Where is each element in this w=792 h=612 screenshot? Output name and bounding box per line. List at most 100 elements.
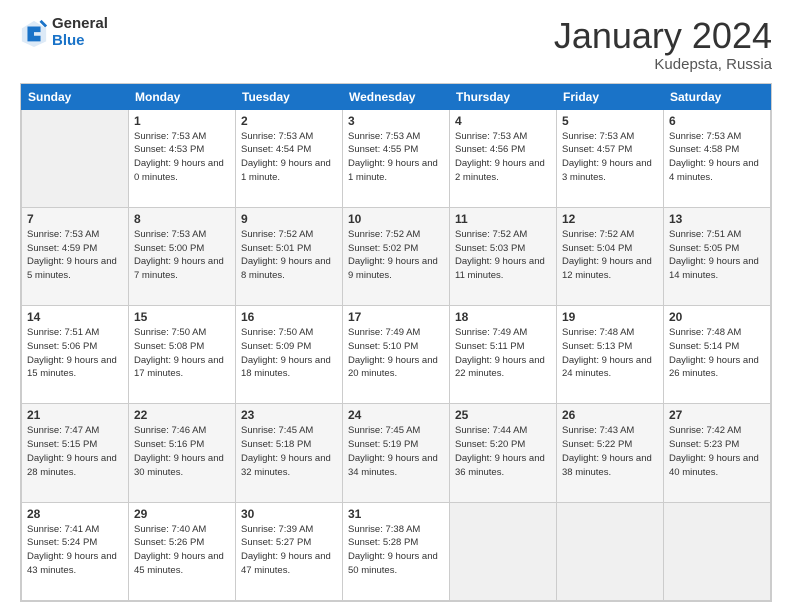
day-cell: 9 Sunrise: 7:52 AMSunset: 5:01 PMDaylight… xyxy=(236,207,343,305)
day-number: 13 xyxy=(669,212,765,226)
day-cell: 8Sunrise: 7:53 AMSunset: 5:00 PMDaylight… xyxy=(129,207,236,305)
day-number: 22 xyxy=(134,408,230,422)
day-info: Sunrise: 7:38 AMSunset: 5:28 PMDaylight:… xyxy=(348,523,444,578)
page: General Blue January 2024 Kudepsta, Russ… xyxy=(0,0,792,612)
header-cell-sunday: Sunday xyxy=(22,84,129,109)
day-info: Sunrise: 7:52 AMSunset: 5:04 PMDaylight:… xyxy=(562,228,658,283)
day-number: 3 xyxy=(348,114,444,128)
header-row: SundayMondayTuesdayWednesdayThursdayFrid… xyxy=(22,84,771,109)
day-info: Sunrise: 7:52 AMSunset: 5:03 PMDaylight:… xyxy=(455,228,551,283)
day-number: 25 xyxy=(455,408,551,422)
header-cell-thursday: Thursday xyxy=(450,84,557,109)
day-number: 7 xyxy=(27,212,123,226)
day-number: 4 xyxy=(455,114,551,128)
day-number: 24 xyxy=(348,408,444,422)
day-number: 18 xyxy=(455,310,551,324)
day-number: 5 xyxy=(562,114,658,128)
day-cell xyxy=(664,502,771,600)
day-info: Sunrise: 7:39 AMSunset: 5:27 PMDaylight:… xyxy=(241,523,337,578)
day-info: Sunrise: 7:50 AMSunset: 5:08 PMDaylight:… xyxy=(134,326,230,381)
day-number: 10 xyxy=(348,212,444,226)
week-row-3: 21 Sunrise: 7:47 AMSunset: 5:15 PMDayligh… xyxy=(22,404,771,502)
day-number: 16 xyxy=(241,310,337,324)
day-cell: 25 Sunrise: 7:44 AMSunset: 5:20 PMDayligh… xyxy=(450,404,557,502)
day-number: 11 xyxy=(455,212,551,226)
day-cell: 15Sunrise: 7:50 AMSunset: 5:08 PMDayligh… xyxy=(129,306,236,404)
header-cell-tuesday: Tuesday xyxy=(236,84,343,109)
day-info: Sunrise: 7:45 AMSunset: 5:18 PMDaylight:… xyxy=(241,424,337,479)
header-cell-monday: Monday xyxy=(129,84,236,109)
day-number: 28 xyxy=(27,507,123,521)
calendar-body: 1 Sunrise: 7:53 AMSunset: 4:53 PMDaylight… xyxy=(22,109,771,600)
day-number: 27 xyxy=(669,408,765,422)
day-info: Sunrise: 7:53 AMSunset: 4:59 PMDaylight:… xyxy=(27,228,123,283)
day-info: Sunrise: 7:46 AMSunset: 5:16 PMDaylight:… xyxy=(134,424,230,479)
header-cell-saturday: Saturday xyxy=(664,84,771,109)
day-number: 31 xyxy=(348,507,444,521)
day-cell: 14Sunrise: 7:51 AMSunset: 5:06 PMDayligh… xyxy=(22,306,129,404)
day-number: 1 xyxy=(134,114,230,128)
week-row-0: 1 Sunrise: 7:53 AMSunset: 4:53 PMDaylight… xyxy=(22,109,771,207)
day-cell: 17Sunrise: 7:49 AMSunset: 5:10 PMDayligh… xyxy=(343,306,450,404)
day-info: Sunrise: 7:53 AMSunset: 4:57 PMDaylight:… xyxy=(562,130,658,185)
day-cell: 21 Sunrise: 7:47 AMSunset: 5:15 PMDayligh… xyxy=(22,404,129,502)
day-cell: 6Sunrise: 7:53 AMSunset: 4:58 PMDaylight… xyxy=(664,109,771,207)
day-cell: 3 Sunrise: 7:53 AMSunset: 4:55 PMDaylight… xyxy=(343,109,450,207)
day-number: 17 xyxy=(348,310,444,324)
day-info: Sunrise: 7:53 AMSunset: 4:55 PMDaylight:… xyxy=(348,130,444,185)
week-row-1: 7 Sunrise: 7:53 AMSunset: 4:59 PMDaylight… xyxy=(22,207,771,305)
day-cell: 26 Sunrise: 7:43 AMSunset: 5:22 PMDayligh… xyxy=(557,404,664,502)
day-cell: 30 Sunrise: 7:39 AMSunset: 5:27 PMDayligh… xyxy=(236,502,343,600)
day-info: Sunrise: 7:48 AMSunset: 5:14 PMDaylight:… xyxy=(669,326,765,381)
day-cell xyxy=(22,109,129,207)
day-info: Sunrise: 7:53 AMSunset: 4:54 PMDaylight:… xyxy=(241,130,337,185)
day-cell: 28 Sunrise: 7:41 AMSunset: 5:24 PMDayligh… xyxy=(22,502,129,600)
day-number: 14 xyxy=(27,310,123,324)
day-number: 2 xyxy=(241,114,337,128)
day-cell: 19Sunrise: 7:48 AMSunset: 5:13 PMDayligh… xyxy=(557,306,664,404)
day-cell: 31 Sunrise: 7:38 AMSunset: 5:28 PMDayligh… xyxy=(343,502,450,600)
day-info: Sunrise: 7:41 AMSunset: 5:24 PMDaylight:… xyxy=(27,523,123,578)
day-cell: 5 Sunrise: 7:53 AMSunset: 4:57 PMDaylight… xyxy=(557,109,664,207)
day-cell: 29Sunrise: 7:40 AMSunset: 5:26 PMDayligh… xyxy=(129,502,236,600)
header: General Blue January 2024 Kudepsta, Russ… xyxy=(20,16,772,73)
week-row-4: 28 Sunrise: 7:41 AMSunset: 5:24 PMDayligh… xyxy=(22,502,771,600)
day-cell: 20 Sunrise: 7:48 AMSunset: 5:14 PMDayligh… xyxy=(664,306,771,404)
day-cell: 11 Sunrise: 7:52 AMSunset: 5:03 PMDayligh… xyxy=(450,207,557,305)
day-cell: 12 Sunrise: 7:52 AMSunset: 5:04 PMDayligh… xyxy=(557,207,664,305)
day-info: Sunrise: 7:49 AMSunset: 5:11 PMDaylight:… xyxy=(455,326,551,381)
day-cell: 1 Sunrise: 7:53 AMSunset: 4:53 PMDaylight… xyxy=(129,109,236,207)
day-cell: 4 Sunrise: 7:53 AMSunset: 4:56 PMDaylight… xyxy=(450,109,557,207)
day-cell: 24Sunrise: 7:45 AMSunset: 5:19 PMDayligh… xyxy=(343,404,450,502)
day-cell: 13Sunrise: 7:51 AMSunset: 5:05 PMDayligh… xyxy=(664,207,771,305)
logo-general: General xyxy=(52,16,108,33)
day-number: 21 xyxy=(27,408,123,422)
header-cell-wednesday: Wednesday xyxy=(343,84,450,109)
day-cell: 23 Sunrise: 7:45 AMSunset: 5:18 PMDayligh… xyxy=(236,404,343,502)
day-number: 12 xyxy=(562,212,658,226)
day-info: Sunrise: 7:53 AMSunset: 4:56 PMDaylight:… xyxy=(455,130,551,185)
title-location: Kudepsta, Russia xyxy=(554,56,772,73)
day-cell: 22 Sunrise: 7:46 AMSunset: 5:16 PMDayligh… xyxy=(129,404,236,502)
day-info: Sunrise: 7:52 AMSunset: 5:02 PMDaylight:… xyxy=(348,228,444,283)
day-info: Sunrise: 7:53 AMSunset: 4:53 PMDaylight:… xyxy=(134,130,230,185)
day-number: 26 xyxy=(562,408,658,422)
day-number: 23 xyxy=(241,408,337,422)
day-cell: 18 Sunrise: 7:49 AMSunset: 5:11 PMDayligh… xyxy=(450,306,557,404)
logo-text: General Blue xyxy=(52,16,108,49)
week-row-2: 14Sunrise: 7:51 AMSunset: 5:06 PMDayligh… xyxy=(22,306,771,404)
day-info: Sunrise: 7:53 AMSunset: 4:58 PMDaylight:… xyxy=(669,130,765,185)
day-info: Sunrise: 7:52 AMSunset: 5:01 PMDaylight:… xyxy=(241,228,337,283)
calendar-header: SundayMondayTuesdayWednesdayThursdayFrid… xyxy=(22,84,771,109)
day-info: Sunrise: 7:43 AMSunset: 5:22 PMDaylight:… xyxy=(562,424,658,479)
day-number: 30 xyxy=(241,507,337,521)
title-block: January 2024 Kudepsta, Russia xyxy=(554,16,772,73)
day-cell: 7 Sunrise: 7:53 AMSunset: 4:59 PMDaylight… xyxy=(22,207,129,305)
day-info: Sunrise: 7:47 AMSunset: 5:15 PMDaylight:… xyxy=(27,424,123,479)
day-info: Sunrise: 7:44 AMSunset: 5:20 PMDaylight:… xyxy=(455,424,551,479)
day-number: 20 xyxy=(669,310,765,324)
day-info: Sunrise: 7:42 AMSunset: 5:23 PMDaylight:… xyxy=(669,424,765,479)
day-info: Sunrise: 7:48 AMSunset: 5:13 PMDaylight:… xyxy=(562,326,658,381)
day-number: 9 xyxy=(241,212,337,226)
day-cell: 10 Sunrise: 7:52 AMSunset: 5:02 PMDayligh… xyxy=(343,207,450,305)
